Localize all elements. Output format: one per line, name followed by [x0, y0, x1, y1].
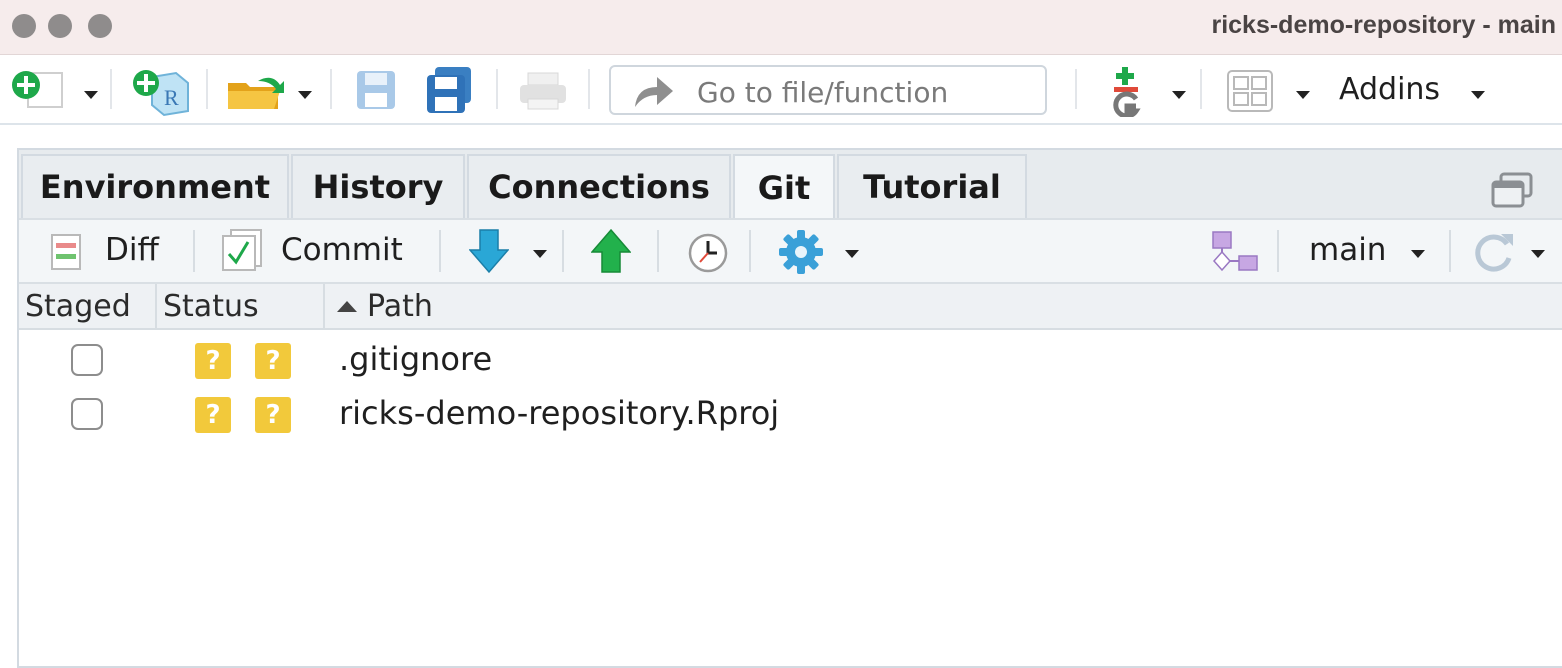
git-toolbar-separator — [1277, 230, 1279, 272]
new-file-dropdown-icon[interactable] — [84, 91, 98, 99]
file-list-header: Staged Status Path — [19, 284, 1562, 330]
toolbar-separator — [110, 69, 112, 109]
column-header-status[interactable]: Status — [157, 284, 325, 328]
addins-menu[interactable]: Addins — [1339, 72, 1440, 107]
commit-button-icon-wrap[interactable] — [221, 228, 265, 272]
title-bar: ricks-demo-repository - main — [0, 0, 1562, 55]
toolbar-separator — [206, 69, 208, 109]
version-control-button[interactable] — [1108, 65, 1148, 119]
pane-layout-dropdown-icon[interactable] — [1296, 91, 1310, 99]
staged-checkbox[interactable] — [71, 344, 103, 376]
staged-checkbox[interactable] — [71, 398, 103, 430]
print-button[interactable] — [518, 71, 570, 111]
pull-button[interactable] — [468, 228, 510, 274]
git-settings-dropdown-icon[interactable] — [845, 250, 859, 258]
git-vcs-icon — [1113, 67, 1141, 119]
branch-dropdown-icon[interactable] — [1411, 250, 1425, 258]
window-title: ricks-demo-repository - main — [1211, 11, 1556, 39]
save-all-button[interactable] — [425, 67, 475, 113]
git-toolbar-separator — [1449, 230, 1451, 272]
git-settings-button[interactable] — [777, 228, 825, 276]
column-header-staged[interactable]: Staged — [19, 284, 157, 328]
branch-diagram-button[interactable] — [1211, 230, 1259, 274]
refresh-button[interactable] — [1471, 230, 1515, 274]
toolbar-separator — [1075, 69, 1077, 109]
file-path: ricks-demo-repository.Rproj — [339, 394, 780, 432]
table-row[interactable]: ? ? ricks-demo-repository.Rproj — [19, 388, 1562, 442]
diff-button-icon-wrap[interactable] — [51, 234, 81, 270]
git-toolbar-separator — [562, 230, 564, 272]
table-row[interactable]: ? ? .gitignore — [19, 334, 1562, 388]
push-arrow-up-icon — [590, 228, 632, 273]
commit-button[interactable]: Commit — [281, 232, 403, 268]
worktree-status-badge: ? — [255, 397, 291, 433]
file-path: .gitignore — [339, 340, 493, 378]
branch-icon — [1212, 231, 1258, 272]
push-button[interactable] — [590, 228, 632, 274]
open-file-dropdown-icon[interactable] — [298, 91, 312, 99]
git-toolbar: Diff Commit main — [19, 218, 1562, 284]
minimize-window-button[interactable] — [48, 14, 72, 38]
grid-layout-icon — [1227, 70, 1273, 112]
open-file-button[interactable] — [224, 71, 288, 113]
git-toolbar-separator — [439, 230, 441, 272]
go-to-file-input[interactable]: Go to file/function — [609, 65, 1047, 115]
index-status-badge: ? — [195, 343, 231, 379]
main-toolbar: R Go to file/function Addins — [0, 55, 1562, 125]
toolbar-separator — [496, 69, 498, 109]
save-all-icon — [427, 67, 471, 113]
tab-git[interactable]: Git — [733, 154, 835, 220]
column-header-path[interactable]: Path — [325, 284, 1562, 328]
close-window-button[interactable] — [12, 14, 36, 38]
tab-connections[interactable]: Connections — [467, 154, 731, 218]
refresh-dropdown-icon[interactable] — [1531, 250, 1545, 258]
tab-environment[interactable]: Environment — [21, 154, 289, 218]
commit-check-icon — [222, 229, 262, 271]
index-status-badge: ? — [195, 397, 231, 433]
pull-arrow-down-icon — [468, 229, 510, 274]
svg-text:R: R — [164, 85, 179, 110]
diff-button[interactable]: Diff — [105, 232, 159, 268]
pane-layout-button[interactable] — [1226, 69, 1274, 113]
version-control-dropdown-icon[interactable] — [1172, 91, 1186, 99]
save-button[interactable] — [355, 69, 399, 113]
toolbar-separator — [588, 69, 590, 109]
git-toolbar-separator — [193, 230, 195, 272]
maximize-pane-button[interactable] — [1491, 172, 1535, 210]
branch-selector[interactable]: main — [1309, 232, 1386, 268]
clock-icon — [688, 233, 728, 273]
zoom-window-button[interactable] — [88, 14, 112, 38]
go-to-file-placeholder: Go to file/function — [697, 76, 949, 109]
tab-tutorial[interactable]: Tutorial — [837, 154, 1027, 218]
sort-ascending-icon — [337, 300, 357, 312]
environment-git-pane: Environment History Connections Git Tuto… — [17, 148, 1562, 668]
git-toolbar-separator — [749, 230, 751, 272]
new-file-icon — [12, 71, 63, 108]
pane-tab-strip: Environment History Connections Git Tuto… — [19, 150, 1562, 220]
maximize-pane-icon — [1491, 172, 1533, 208]
go-to-arrow-icon — [635, 77, 673, 107]
open-folder-icon — [228, 77, 284, 109]
new-project-icon: R — [133, 70, 189, 117]
git-toolbar-separator — [657, 230, 659, 272]
new-project-button[interactable]: R — [130, 67, 192, 117]
diff-icon — [51, 234, 81, 270]
toolbar-separator — [330, 69, 332, 109]
column-header-path-label: Path — [367, 288, 433, 324]
save-icon — [357, 71, 395, 109]
worktree-status-badge: ? — [255, 343, 291, 379]
history-button[interactable] — [687, 232, 729, 274]
print-icon — [520, 72, 566, 110]
pull-dropdown-icon[interactable] — [533, 250, 547, 258]
new-file-button[interactable] — [8, 69, 64, 111]
toolbar-separator — [1200, 69, 1202, 109]
addins-dropdown-icon[interactable] — [1471, 91, 1485, 99]
tab-history[interactable]: History — [291, 154, 465, 218]
gear-icon — [779, 230, 823, 274]
refresh-icon — [1475, 234, 1513, 272]
